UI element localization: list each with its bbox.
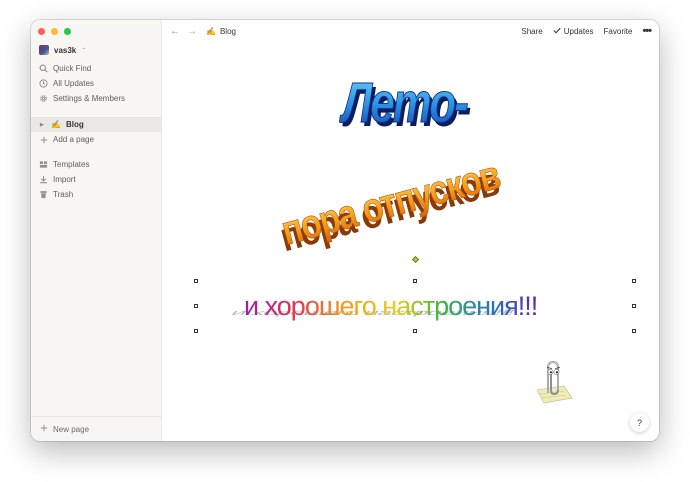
clippy-image bbox=[536, 360, 573, 404]
sidebar-item-blog[interactable]: ▶ ✍️ Blog bbox=[31, 117, 162, 132]
share-button[interactable]: Share bbox=[521, 27, 542, 36]
resize-handle[interactable] bbox=[632, 279, 636, 283]
resize-handle[interactable] bbox=[194, 304, 198, 308]
sidebar-item-trash[interactable]: Trash bbox=[39, 190, 73, 199]
resize-handle[interactable] bbox=[413, 279, 417, 283]
wordart-line2: пора отпусков bbox=[276, 151, 504, 253]
back-arrow-icon[interactable]: ← bbox=[170, 26, 180, 37]
sidebar-item-label: All Updates bbox=[53, 79, 94, 88]
sidebar-item-import[interactable]: Import bbox=[39, 175, 76, 184]
check-icon bbox=[553, 27, 561, 36]
history-arrows: ← → bbox=[170, 26, 197, 37]
help-button[interactable]: ? bbox=[630, 413, 649, 432]
topbar: ← → ✍️ Blog Share Updates Favorite ••• bbox=[162, 20, 659, 42]
workspace-switcher[interactable]: vas3k ⌃ bbox=[39, 45, 86, 55]
sidebar-item-label: Templates bbox=[53, 160, 90, 169]
resize-handle[interactable] bbox=[413, 329, 417, 333]
clock-icon bbox=[39, 79, 48, 88]
window-controls bbox=[38, 28, 71, 35]
add-page-button[interactable]: Add a page bbox=[39, 135, 94, 144]
sidebar-item-label: Import bbox=[53, 175, 76, 184]
import-icon bbox=[39, 175, 48, 184]
sidebar-item-all-updates[interactable]: All Updates bbox=[39, 79, 94, 88]
search-icon bbox=[39, 64, 48, 73]
trash-icon bbox=[39, 190, 48, 199]
new-page-button[interactable]: New page bbox=[31, 416, 162, 441]
top-actions: Share Updates Favorite ••• bbox=[521, 25, 652, 37]
resize-handle[interactable] bbox=[194, 279, 198, 283]
chevron-updown-icon: ⌃ bbox=[81, 47, 87, 54]
close-window-button[interactable] bbox=[38, 28, 45, 35]
page-emoji: ✍️ bbox=[51, 120, 61, 129]
new-page-label: New page bbox=[53, 424, 90, 434]
page-content: Лето- Лето- пора отпусков пора отпусков … bbox=[162, 42, 659, 441]
app-window: vas3k ⌃ Quick Find All Updates Settings … bbox=[31, 20, 659, 441]
forward-arrow-icon[interactable]: → bbox=[187, 26, 197, 37]
resize-handle[interactable] bbox=[194, 329, 198, 333]
favorite-button[interactable]: Favorite bbox=[604, 27, 633, 36]
wordart-canvas: Лето- Лето- пора отпусков пора отпусков … bbox=[228, 70, 573, 404]
page-emoji: ✍️ bbox=[206, 26, 216, 36]
sidebar-item-label: Blog bbox=[65, 120, 84, 129]
sidebar-item-settings[interactable]: Settings & Members bbox=[39, 94, 125, 103]
sidebar-item-quick-find[interactable]: Quick Find bbox=[39, 64, 91, 73]
sidebar-item-label: Trash bbox=[53, 190, 74, 199]
minimize-window-button[interactable] bbox=[51, 28, 58, 35]
resize-handle[interactable] bbox=[632, 329, 636, 333]
selection-box bbox=[194, 255, 636, 333]
sidebar-item-label: Quick Find bbox=[53, 64, 92, 73]
breadcrumb-title: Blog bbox=[219, 26, 236, 36]
sidebar-item-label: Settings & Members bbox=[53, 94, 126, 103]
workspace-name: vas3k bbox=[54, 45, 77, 55]
updates-label: Updates bbox=[563, 26, 594, 36]
plus-icon bbox=[39, 135, 48, 144]
zoom-window-button[interactable] bbox=[64, 28, 71, 35]
updates-button[interactable]: Updates bbox=[553, 27, 594, 36]
expand-triangle-icon[interactable]: ▶ bbox=[40, 122, 46, 128]
breadcrumb[interactable]: ✍️ Blog bbox=[206, 27, 236, 36]
resize-handle[interactable] bbox=[632, 304, 636, 308]
add-page-label: Add a page bbox=[53, 135, 94, 144]
more-options-button[interactable]: ••• bbox=[642, 25, 652, 37]
sidebar-item-templates[interactable]: Templates bbox=[39, 160, 89, 169]
plus-icon bbox=[40, 424, 48, 434]
workspace-avatar bbox=[39, 45, 49, 55]
wordart-line1: Лето- bbox=[339, 71, 468, 135]
templates-icon bbox=[39, 160, 48, 169]
sidebar: vas3k ⌃ Quick Find All Updates Settings … bbox=[31, 20, 162, 441]
gear-icon bbox=[39, 94, 48, 103]
